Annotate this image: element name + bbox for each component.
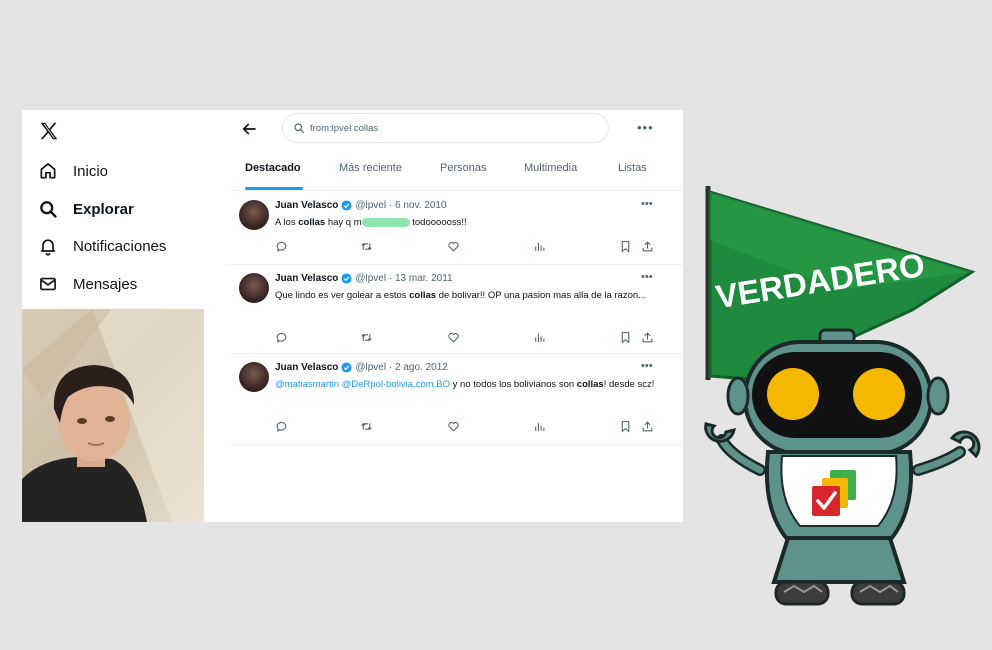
- reply-icon[interactable]: [275, 240, 288, 253]
- author-name[interactable]: Juan Velasco: [275, 200, 338, 211]
- author-name[interactable]: Juan Velasco: [275, 362, 338, 373]
- mail-icon: [40, 277, 56, 291]
- tweet-item[interactable]: Juan Velasco @lpvel · 6 nov. 2010 ••• A …: [227, 192, 683, 265]
- robot-left-claw: [704, 422, 736, 443]
- bell-icon: [40, 239, 56, 256]
- robot-left-foot: [774, 580, 830, 606]
- search-tabs: Destacado Más reciente Personas Multimed…: [227, 154, 683, 191]
- person-image: [22, 309, 204, 522]
- author-handle[interactable]: @lpvel: [355, 362, 386, 373]
- tweet-header: Juan Velasco @lpvel · 6 nov. 2010: [275, 200, 447, 211]
- tab-personas[interactable]: Personas: [440, 162, 486, 174]
- tweet-header: Juan Velasco @lpvel · 2 ago. 2012: [275, 362, 448, 373]
- search-input[interactable]: [310, 122, 560, 134]
- author-name[interactable]: Juan Velasco: [275, 273, 338, 284]
- author-handle[interactable]: @lpvel: [355, 200, 386, 211]
- x-logo-icon[interactable]: [38, 120, 60, 142]
- tweet-actions: [275, 420, 655, 434]
- back-arrow-icon[interactable]: [240, 120, 258, 138]
- retweet-icon[interactable]: [360, 331, 373, 344]
- like-icon[interactable]: [447, 420, 460, 433]
- tweet-date[interactable]: 13 mar. 2011: [395, 273, 453, 284]
- nav-item-label: Mensajes: [73, 275, 138, 293]
- separator-dot: ·: [386, 273, 395, 284]
- left-nav: Inicio Explorar Notificaciones Mensajes: [22, 110, 204, 310]
- verified-badge-icon: [341, 200, 352, 211]
- nav-item-explorar[interactable]: Explorar: [38, 196, 134, 222]
- bookmark-icon[interactable]: [619, 240, 632, 253]
- logo-red-card: [812, 486, 840, 516]
- bookmark-icon[interactable]: [619, 331, 632, 344]
- robot-right-ear: [926, 376, 950, 416]
- tweet-more-icon[interactable]: •••: [641, 198, 653, 210]
- views-icon[interactable]: [533, 240, 546, 253]
- separator-dot: ·: [386, 362, 395, 373]
- redaction-mark: [361, 217, 410, 227]
- like-icon[interactable]: [447, 331, 460, 344]
- views-icon[interactable]: [533, 331, 546, 344]
- tab-listas[interactable]: Listas: [618, 162, 647, 174]
- retweet-icon[interactable]: [360, 420, 373, 433]
- nav-item-label: Notificaciones: [73, 237, 167, 255]
- reply-icon[interactable]: [275, 331, 288, 344]
- tweet-actions: [275, 331, 655, 345]
- search-results-column: ••• Destacado Más reciente Personas Mult…: [227, 110, 683, 522]
- tweet-text: Que lindo es ver golear a estos collas d…: [275, 290, 647, 301]
- separator-dot: ·: [386, 200, 395, 211]
- tweet-item[interactable]: Juan Velasco @lpvel · 13 mar. 2011 ••• Q…: [227, 265, 683, 354]
- webcam-video: [22, 309, 204, 522]
- nav-item-inicio[interactable]: Inicio: [38, 158, 108, 184]
- tweet-header: Juan Velasco @lpvel · 13 mar. 2011: [275, 273, 453, 284]
- home-icon: [40, 163, 56, 179]
- nav-item-label: Inicio: [73, 162, 109, 180]
- bookmark-icon[interactable]: [619, 420, 632, 433]
- avatar[interactable]: [239, 273, 269, 303]
- tab-multimedia[interactable]: Multimedia: [524, 162, 577, 174]
- share-icon[interactable]: [641, 331, 654, 344]
- verified-badge-icon: [341, 273, 352, 284]
- tab-destacado[interactable]: Destacado: [245, 162, 301, 174]
- robot-right-foot: [850, 580, 906, 606]
- more-options-icon[interactable]: •••: [637, 120, 654, 135]
- verdadero-robot-mascot: VERDADERO: [704, 186, 981, 606]
- tweet-actions: [275, 240, 655, 254]
- avatar[interactable]: [239, 362, 269, 392]
- robot-right-eye: [853, 368, 905, 420]
- tweet-text: A los collas hay q m todoooooss!!: [275, 217, 467, 228]
- tweet-date[interactable]: 2 ago. 2012: [395, 362, 448, 373]
- like-icon[interactable]: [447, 240, 460, 253]
- retweet-icon[interactable]: [360, 240, 373, 253]
- search-box[interactable]: [282, 113, 609, 143]
- search-icon: [294, 123, 305, 134]
- tweet-date[interactable]: 6 nov. 2010: [395, 200, 447, 211]
- robot-left-ear: [726, 376, 750, 416]
- search-icon: [40, 201, 57, 218]
- active-tab-indicator: [245, 187, 303, 190]
- views-icon[interactable]: [533, 420, 546, 433]
- mention-link[interactable]: @matiasmartin @DeRpol·bolivia.com.BO: [275, 379, 450, 390]
- verified-badge-icon: [341, 362, 352, 373]
- reply-icon[interactable]: [275, 420, 288, 433]
- twitter-screenshot: Inicio Explorar Notificaciones Mensajes: [22, 110, 683, 522]
- robot-skirt: [771, 536, 907, 584]
- avatar[interactable]: [239, 200, 269, 230]
- nav-item-label: Explorar: [73, 200, 134, 218]
- share-icon[interactable]: [641, 240, 654, 253]
- nav-item-mensajes[interactable]: Mensajes: [38, 271, 137, 297]
- nav-item-notificaciones[interactable]: Notificaciones: [38, 233, 166, 259]
- tweet-more-icon[interactable]: •••: [641, 360, 653, 372]
- tweet-text: @matiasmartin @DeRpol·bolivia.com.BO y n…: [275, 379, 655, 390]
- tweet-item[interactable]: Juan Velasco @lpvel · 2 ago. 2012 ••• @m…: [227, 354, 683, 445]
- author-handle[interactable]: @lpvel: [355, 273, 386, 284]
- tweet-more-icon[interactable]: •••: [641, 271, 653, 283]
- robot-left-eye: [767, 368, 819, 420]
- tab-mas-reciente[interactable]: Más reciente: [339, 162, 402, 174]
- share-icon[interactable]: [641, 420, 654, 433]
